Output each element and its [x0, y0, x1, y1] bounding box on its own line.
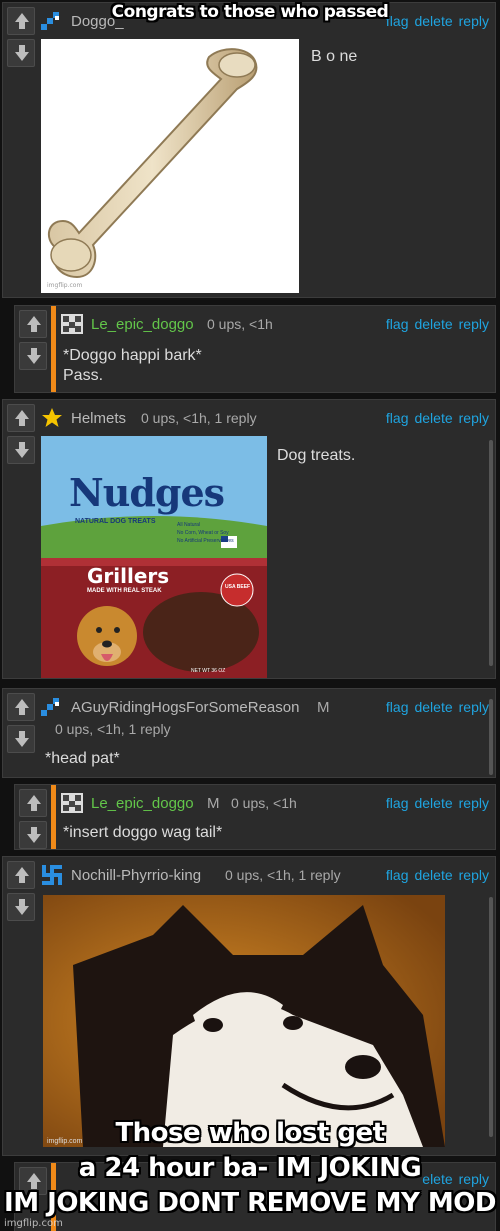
mod-badge: M: [317, 699, 330, 716]
username[interactable]: Le_epic_doggo: [91, 795, 194, 812]
comment-body: *head pat*: [45, 750, 120, 767]
downvote-button[interactable]: [7, 436, 35, 464]
scrollbar[interactable]: [489, 897, 493, 1137]
user-avatar-icon: [61, 314, 83, 334]
comment-meta: 0 ups, <1h, 1 reply: [225, 867, 341, 883]
star-avatar-icon: [42, 408, 62, 427]
usa-beef-seal: USA BEEF: [225, 584, 251, 590]
comment-body-line2: Pass.: [63, 367, 104, 384]
user-avatar-icon: [42, 865, 62, 885]
bottom-caption-line3: IM JOKING DONT REMOVE MY MOD: [4, 1188, 496, 1218]
bottom-caption-line2: a 24 hour ba- IM JOKING: [78, 1153, 422, 1183]
comment-body: *insert doggo wag tail*: [63, 824, 223, 841]
product-subtitle: MADE WITH REAL STEAK: [87, 588, 162, 594]
username[interactable]: Nochill-Phyrrio-king: [71, 867, 201, 884]
comment-meta: 0 ups, <1h: [207, 316, 273, 332]
bullet-3: No Artificial Preservatives: [177, 538, 234, 544]
flag-link[interactable]: flag: [386, 867, 409, 883]
comment-meta: 0 ups, <1h, 1 reply: [55, 721, 171, 737]
flag-link[interactable]: flag: [386, 699, 409, 715]
comment-header: Helmets 0 ups, <1h, 1 reply flag delete re…: [41, 408, 489, 428]
net-weight: NET WT 36 OZ: [191, 668, 226, 674]
husky-image: imgflip.com: [43, 895, 445, 1147]
comment-actions: flag delete reply: [380, 867, 489, 883]
reply-indicator-bar: [51, 306, 56, 392]
bottom-caption-line1: Those who lost get: [115, 1118, 385, 1148]
comment-body: Dog treats.: [277, 447, 356, 464]
downvote-button[interactable]: [19, 821, 47, 849]
delete-link[interactable]: delete: [414, 867, 452, 883]
mod-badge: M: [207, 795, 220, 812]
bone-image: imgflip.com: [41, 39, 299, 293]
upvote-button[interactable]: [7, 404, 35, 432]
comment-actions: flag delete reply: [380, 316, 489, 332]
comment-header: AGuyRidingHogsForSomeReason M flag delete…: [41, 697, 489, 717]
username[interactable]: AGuyRidingHogsForSomeReason: [71, 699, 299, 716]
downvote-button[interactable]: [19, 342, 47, 370]
comment-actions: flag delete reply: [380, 699, 489, 715]
delete-link[interactable]: delete: [414, 699, 452, 715]
delete-link[interactable]: delete: [414, 795, 452, 811]
upvote-button[interactable]: [19, 310, 47, 338]
bone-illustration: imgflip.com: [47, 48, 258, 289]
comment-actions: flag delete reply: [380, 795, 489, 811]
comment-wag-tail: Le_epic_doggo M 0 ups, <1h flag delete rep…: [14, 784, 496, 850]
product-name: Grillers: [87, 564, 170, 588]
nudges-bag-image: Nudges NATURAL DOG TREATS Grillers MADE …: [41, 436, 267, 678]
upvote-button[interactable]: [7, 861, 35, 889]
downvote-button[interactable]: [7, 39, 35, 67]
site-watermark: imgflip.com: [4, 1218, 63, 1229]
comment-body-line1: *Doggo happi bark*: [63, 347, 202, 364]
scrollbar[interactable]: [489, 699, 493, 775]
username[interactable]: Le_epic_doggo: [91, 316, 194, 333]
reply-link[interactable]: reply: [459, 867, 489, 883]
comment-meta: 0 ups, <1h, 1 reply: [141, 410, 257, 426]
top-caption: Congrats to those who passed: [111, 2, 389, 22]
bullet-2: No Corn, Wheat or Soy: [177, 530, 229, 536]
comment-header: Le_epic_doggo 0 ups, <1h flag delete reply: [61, 314, 489, 334]
comment-header: Nochill-Phyrrio-king 0 ups, <1h, 1 reply…: [41, 865, 489, 885]
scrollbar[interactable]: [489, 440, 493, 666]
reply-link[interactable]: reply: [459, 795, 489, 811]
user-avatar-icon: [41, 698, 59, 716]
flag-link[interactable]: flag: [386, 795, 409, 811]
comment-reply-happi-bark: Le_epic_doggo 0 ups, <1h flag delete reply…: [14, 305, 496, 393]
delete-link[interactable]: delete: [414, 316, 452, 332]
delete-link[interactable]: delete: [414, 410, 452, 426]
comment-header: Le_epic_doggo M 0 ups, <1h flag delete rep…: [61, 793, 489, 813]
comment-body: B o ne: [311, 48, 358, 65]
flag-link[interactable]: flag: [386, 316, 409, 332]
bullet-1: All Natural: [177, 522, 201, 528]
upvote-button[interactable]: [7, 693, 35, 721]
comment-actions: flag delete reply: [380, 410, 489, 426]
comment-husky: Nochill-Phyrrio-king 0 ups, <1h, 1 reply…: [2, 856, 496, 1156]
brand-tagline: NATURAL DOG TREATS: [75, 518, 156, 525]
image-watermark: imgflip.com: [47, 282, 82, 289]
comment-meta: 0 ups, <1h: [231, 795, 297, 811]
husky-illustration: [43, 895, 445, 1147]
upvote-button[interactable]: [19, 789, 47, 817]
downvote-button[interactable]: [7, 893, 35, 921]
comment-bone: Doggo_ flag delete reply imgflip.com B o n…: [2, 2, 496, 298]
brand-name: Nudges: [69, 470, 225, 515]
downvote-button[interactable]: [7, 725, 35, 753]
comment-dog-treats: Helmets 0 ups, <1h, 1 reply flag delete re…: [2, 399, 496, 679]
reply-link[interactable]: reply: [459, 316, 489, 332]
comment-head-pat: AGuyRidingHogsForSomeReason M flag delete…: [2, 688, 496, 778]
flag-link[interactable]: flag: [386, 410, 409, 426]
reply-link[interactable]: reply: [459, 410, 489, 426]
reply-link[interactable]: reply: [459, 699, 489, 715]
user-avatar-icon: [61, 793, 83, 813]
reply-indicator-bar: [51, 785, 56, 849]
username[interactable]: Helmets: [71, 410, 126, 427]
